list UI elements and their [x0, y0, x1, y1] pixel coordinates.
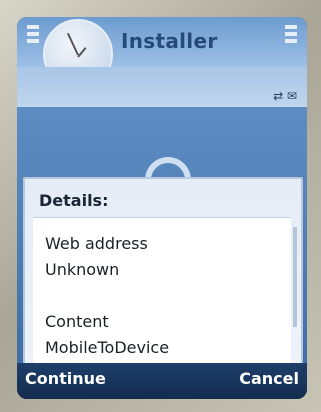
device-screen: Installer ⇄ ✉ Details: Web address Unkno…: [17, 17, 307, 399]
details-dialog: Details: Web address Unknown Content Mob…: [23, 177, 303, 371]
dialog-title: Details:: [39, 191, 109, 210]
status-row: ⇄ ✉: [17, 67, 307, 107]
continue-button[interactable]: Continue: [25, 369, 106, 388]
scrollbar[interactable]: [293, 227, 297, 327]
battery-icon: [285, 25, 297, 46]
title-bar: Installer: [17, 17, 307, 89]
page-title: Installer: [121, 29, 218, 53]
web-address-value: Unknown: [45, 260, 120, 279]
status-icons: ⇄ ✉: [273, 89, 297, 103]
content-label: Content: [45, 312, 109, 331]
web-address-label: Web address: [45, 234, 148, 253]
content-value: MobileToDevice: [45, 338, 170, 357]
softkey-bar: Continue Cancel: [17, 363, 307, 399]
dialog-body: Web address Unknown Content MobileToDevi…: [33, 217, 291, 368]
cancel-button[interactable]: Cancel: [239, 369, 299, 388]
signal-icon: [27, 25, 39, 46]
